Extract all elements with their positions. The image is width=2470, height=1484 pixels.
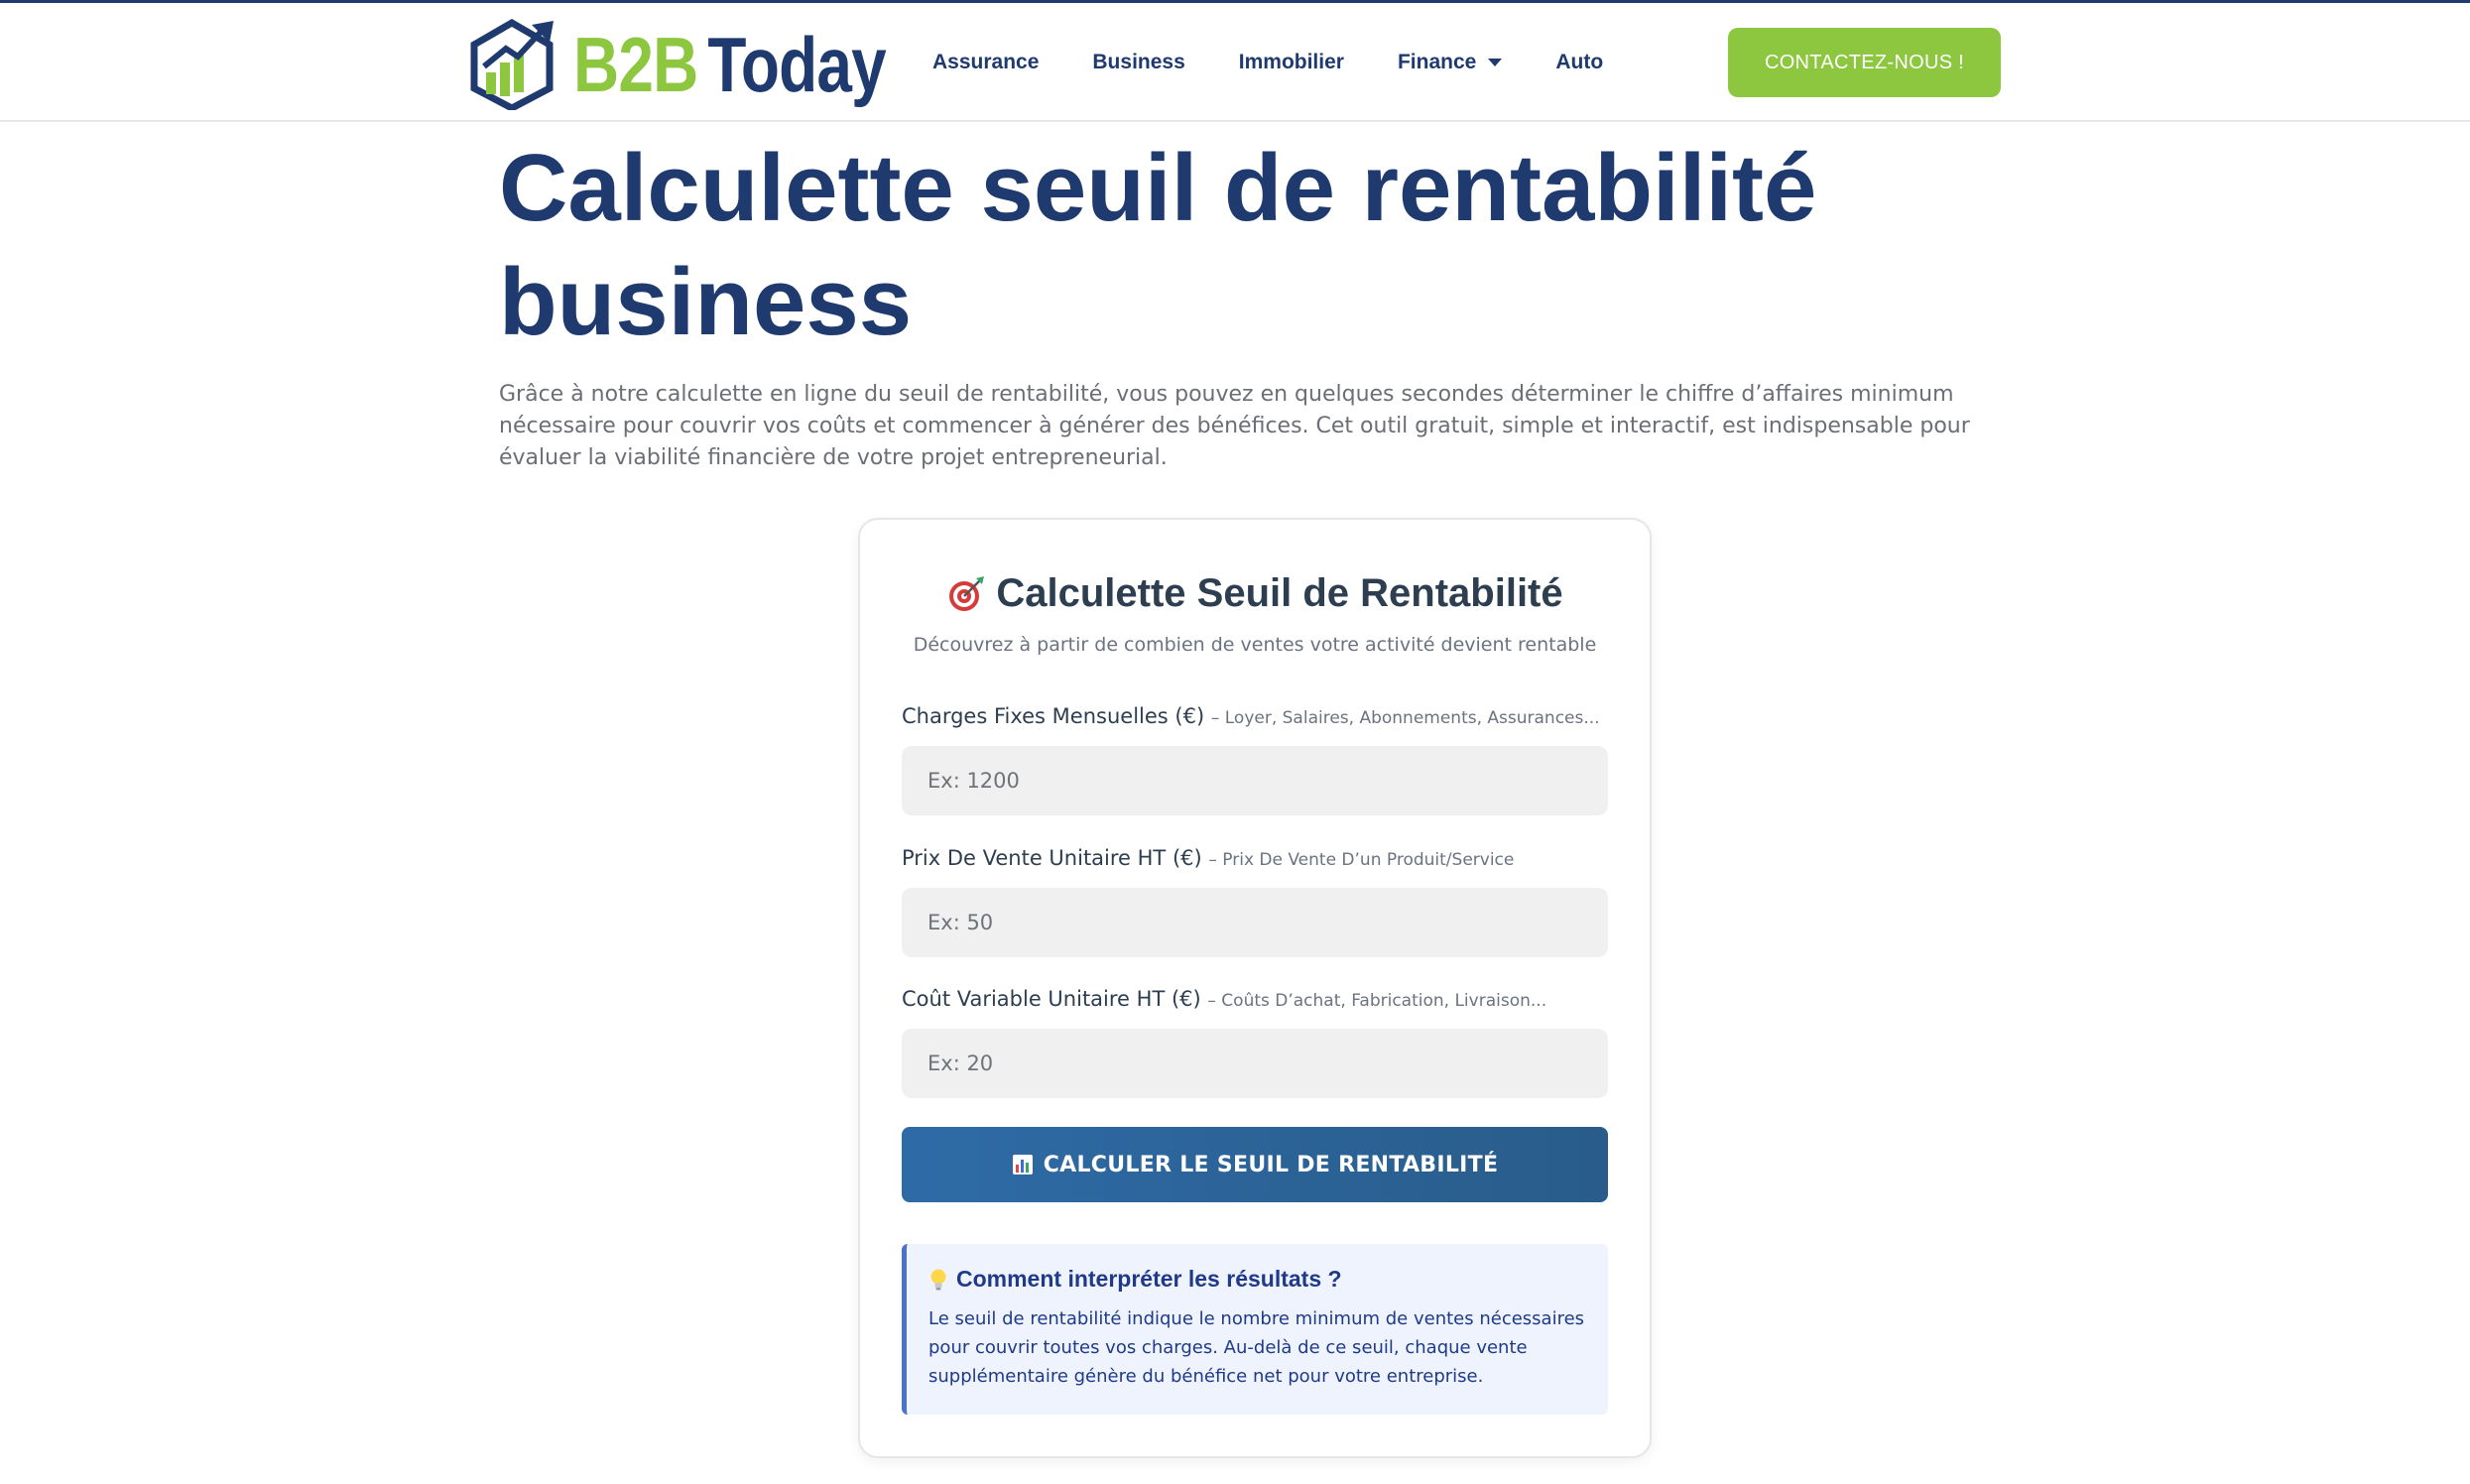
nav-item-label: Auto	[1555, 51, 1604, 73]
nav-item-label: Immobilier	[1238, 51, 1344, 73]
fixed-costs-label: Charges Fixes Mensuelles (€) – Loyer, Sa…	[902, 704, 1600, 728]
nav-item-label: Assurance	[932, 51, 1040, 73]
logo-chart-icon	[470, 19, 554, 110]
page-title: Calculette seuil de rentabilité business	[499, 135, 1817, 355]
field-hint: – Prix De Vente D’un Produit/Service	[1208, 850, 1515, 870]
field-label-text: Prix De Vente Unitaire HT (€)	[902, 846, 1202, 870]
calculate-button-label: CALCULER LE SEUIL DE RENTABILITÉ	[1043, 1152, 1499, 1177]
info-title: Comment interpréter les résultats ?	[928, 1266, 1588, 1293]
info-text: Le seuil de rentabilité indique le nombr…	[928, 1308, 1585, 1387]
calculator-title: Calculette Seuil de Rentabilité	[860, 571, 1650, 616]
target-icon	[949, 575, 985, 611]
field-hint: – Coûts D’achat, Fabrication, Livraison.…	[1207, 991, 1547, 1011]
bar-chart-icon	[1012, 1155, 1033, 1175]
nav-item-label: Business	[1092, 51, 1185, 73]
calculator-card: Calculette Seuil de Rentabilité Découvre…	[858, 518, 1652, 1458]
contact-button[interactable]: CONTACTEZ-NOUS !	[1728, 28, 2001, 97]
nav-item-finance[interactable]: Finance	[1397, 51, 1503, 74]
site-header: B2B Today Assurance Business Immobilier …	[0, 3, 2470, 122]
fixed-costs-input[interactable]	[902, 746, 1608, 815]
calculator-title-text: Calculette Seuil de Rentabilité	[996, 571, 1563, 615]
nav-item-business[interactable]: Business	[1092, 51, 1184, 74]
logo-b2b-text: B2B	[573, 20, 698, 108]
lightbulb-icon	[930, 1269, 946, 1290]
page-intro: Grâce à notre calculette en ligne du seu…	[499, 382, 1970, 470]
logo-wordmark: B2B Today	[573, 20, 887, 110]
site-logo[interactable]: B2B Today	[466, 17, 954, 112]
nav-item-label: Finance	[1397, 51, 1477, 73]
variable-cost-input[interactable]	[902, 1029, 1608, 1098]
nav-item-auto[interactable]: Auto	[1555, 51, 1603, 74]
info-title-text: Comment interpréter les résultats ?	[956, 1266, 1342, 1292]
unit-price-input[interactable]	[902, 888, 1608, 957]
field-hint: – Loyer, Salaires, Abonnements, Assuranc…	[1210, 708, 1600, 728]
field-label-text: Coût Variable Unitaire HT (€)	[902, 987, 1201, 1011]
main-nav: Assurance Business Immobilier Finance Au…	[932, 3, 1657, 122]
nav-item-immobilier[interactable]: Immobilier	[1239, 51, 1344, 74]
logo-today-text: Today	[707, 20, 886, 108]
unit-price-label: Prix De Vente Unitaire HT (€) – Prix De …	[902, 846, 1514, 870]
variable-cost-label: Coût Variable Unitaire HT (€) – Coûts D’…	[902, 987, 1546, 1011]
field-label-text: Charges Fixes Mensuelles (€)	[902, 704, 1205, 728]
calculator-subtitle: Découvrez à partir de combien de ventes …	[913, 634, 1597, 656]
nav-item-assurance[interactable]: Assurance	[932, 51, 1039, 74]
caret-down-icon	[1488, 59, 1503, 66]
calculate-button[interactable]: CALCULER LE SEUIL DE RENTABILITÉ	[902, 1127, 1608, 1202]
results-info-box: Comment interpréter les résultats ? Le s…	[902, 1244, 1608, 1415]
